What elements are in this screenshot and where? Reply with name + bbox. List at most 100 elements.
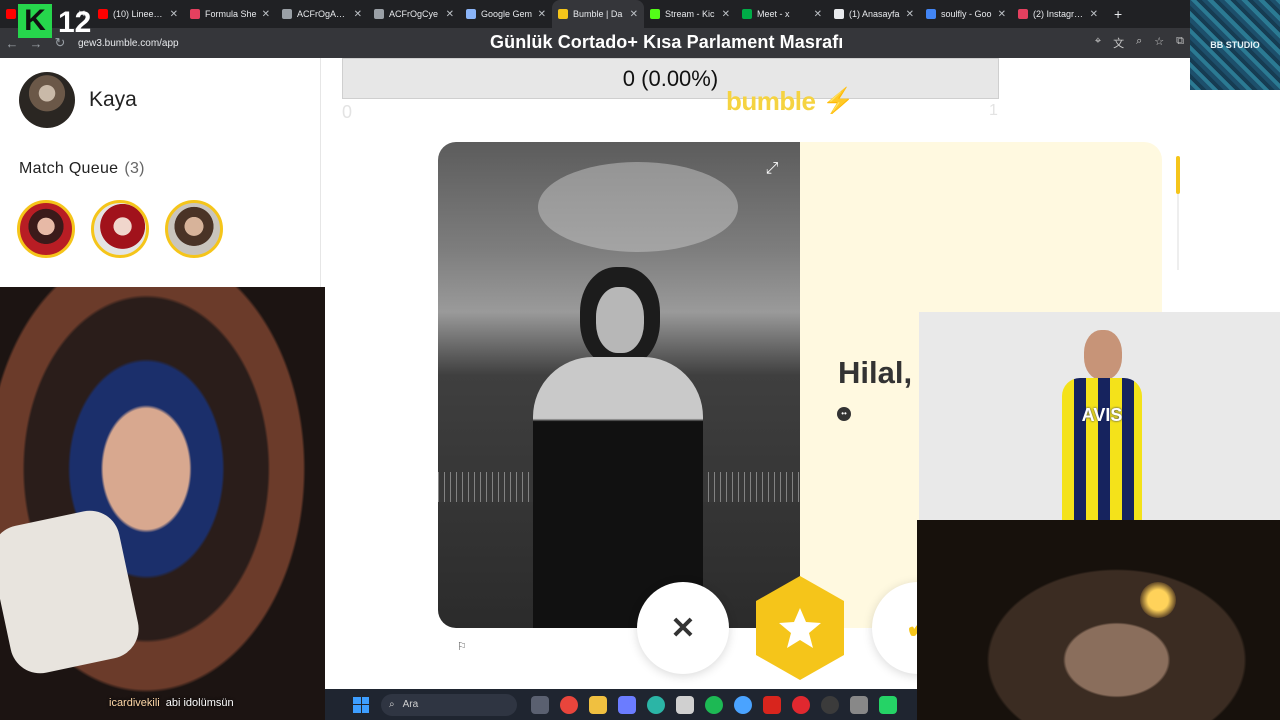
tab-title: Meet - x (757, 9, 790, 19)
x-icon (834, 9, 844, 19)
close-tab-icon[interactable]: ✕ (170, 9, 178, 20)
jersey-sponsor: AVIS (1081, 405, 1123, 425)
channel-logo: K 12 (18, 4, 104, 40)
counter-right: 1 (989, 102, 998, 119)
match-queue-avatar[interactable] (91, 200, 149, 258)
match-queue-list (17, 200, 223, 258)
sidebar: Kaya Match Queue (3) (0, 58, 321, 288)
browser-tab[interactable]: ACFrOgADTi ✕ (276, 0, 368, 28)
google-icon (926, 9, 936, 19)
tab-title: soulfly - Goo (941, 9, 992, 19)
webcam-lamp (1140, 582, 1176, 618)
tab-title: (1) Anasayfa (849, 9, 900, 19)
browser-tab[interactable]: (10) Lineer C ✕ (92, 0, 184, 28)
browser-tab[interactable]: Meet - x ✕ (736, 0, 828, 28)
extensions-icon[interactable]: ⧉ (1176, 35, 1184, 51)
opera-icon[interactable] (792, 695, 810, 714)
bumble-logo-text: bumble (726, 86, 816, 114)
player-jersey (1062, 378, 1142, 520)
close-tab-icon[interactable]: ✕ (1090, 9, 1098, 20)
windows-start-icon[interactable] (353, 696, 369, 713)
chrome-icon[interactable] (734, 695, 752, 714)
report-flag-icon[interactable]: ⚐ (457, 640, 467, 653)
settings-icon[interactable] (850, 695, 868, 714)
match-queue-avatar[interactable] (17, 200, 75, 258)
close-tab-icon[interactable]: ✕ (814, 9, 822, 20)
browser-tab[interactable]: ACFrOgCye ✕ (368, 0, 460, 28)
zoom-icon[interactable]: ⌕ (1136, 35, 1142, 51)
webcam-player: AVIS (1062, 330, 1142, 520)
scroll-indicator[interactable] (1176, 156, 1180, 194)
globe-icon (374, 9, 384, 19)
tab-favicon (6, 9, 16, 19)
pass-button[interactable]: ✕ (637, 582, 729, 674)
new-tab-button[interactable]: + (1104, 6, 1132, 22)
photo-sky (538, 162, 738, 252)
browser-tab-bar: (10)✕ (10) Lineer C✕ Formula She✕ ACFrOg… (0, 0, 1280, 28)
folder-icon[interactable] (589, 695, 607, 714)
close-tab-icon[interactable]: ✕ (538, 9, 546, 20)
close-tab-icon[interactable]: ✕ (262, 9, 270, 20)
browser-tab[interactable]: Formula She ✕ (184, 0, 276, 28)
translate-icon[interactable]: 文 (1113, 35, 1124, 51)
browser-tab[interactable]: (1) Anasayfa ✕ (828, 0, 920, 28)
location-icon[interactable]: ⌖ (1095, 35, 1101, 51)
match-queue-avatar[interactable] (165, 200, 223, 258)
task-view-icon[interactable] (531, 695, 549, 714)
logo-k: K (18, 4, 52, 38)
bookmark-star-icon[interactable]: ☆ (1154, 35, 1164, 51)
browser-tab[interactable]: (2) Instagram ✕ (1012, 0, 1104, 28)
tab-title: Stream - Kic (665, 9, 715, 19)
acrobat-icon[interactable] (763, 695, 781, 714)
close-tab-icon[interactable]: ✕ (722, 9, 730, 20)
obs-icon[interactable] (821, 695, 839, 714)
avatar[interactable] (19, 72, 75, 128)
tab-title: ACFrOgCye (389, 9, 439, 19)
expand-icon[interactable]: ⤢ (763, 160, 781, 178)
chrome-icon[interactable] (560, 695, 578, 714)
browser-tab[interactable]: Google Gem ✕ (460, 0, 552, 28)
search-icon: ⌕ (389, 699, 395, 710)
copilot-icon[interactable] (618, 695, 636, 714)
close-tab-icon[interactable]: ✕ (906, 9, 914, 20)
close-tab-icon[interactable]: ✕ (630, 9, 638, 20)
subscriber-goal-bar: 0 (0.00%) (342, 58, 999, 99)
calculator-icon[interactable] (676, 695, 694, 714)
app-icon[interactable] (879, 695, 897, 714)
profile-name: Hilal, (838, 355, 913, 390)
close-tab-icon[interactable]: ✕ (446, 9, 454, 20)
browser-tab[interactable]: Stream - Kic ✕ (644, 0, 736, 28)
counter-left: 0 (342, 102, 353, 122)
address-bar-icons: ⌖ 文 ⌕ ☆ ⧉ (1095, 35, 1184, 51)
logo-number: 12 (58, 6, 92, 39)
tab-title: Formula She (205, 9, 257, 19)
taskbar-search[interactable]: ⌕ Ara (381, 693, 517, 716)
match-queue-count: (3) (124, 160, 145, 177)
tab-title: Google Gem (481, 9, 533, 19)
superswipe-star-icon (756, 576, 844, 680)
taskbar: ⌕ Ara (325, 689, 917, 720)
webcam-towel (0, 505, 145, 679)
instagram-icon (190, 9, 200, 19)
webcam-left (0, 287, 325, 720)
match-queue-title: Match Queue (3) (19, 160, 145, 178)
bumble-icon (558, 9, 568, 19)
tab-title: (2) Instagram (1033, 9, 1085, 19)
close-tab-icon[interactable]: ✕ (354, 9, 362, 20)
edge-icon[interactable] (647, 695, 665, 714)
instagram-icon (1018, 9, 1028, 19)
spotify-icon[interactable] (705, 695, 723, 714)
tab-title: ACFrOgADTi (297, 9, 349, 19)
browser-tab[interactable]: soulfly - Goo ✕ (920, 0, 1012, 28)
verified-badge-icon: •• (837, 407, 851, 421)
profile-photo[interactable]: ⤢ (438, 142, 800, 628)
user-name[interactable]: Kaya (89, 88, 137, 112)
kick-icon (650, 9, 660, 19)
scroll-track[interactable] (1177, 194, 1179, 270)
chat-message: icardivekili abi idolümsün (109, 697, 234, 709)
gemini-icon (466, 9, 476, 19)
superswipe-button[interactable] (746, 574, 854, 682)
close-tab-icon[interactable]: ✕ (998, 9, 1006, 20)
browser-tab-active[interactable]: Bumble | Da ✕ (552, 0, 644, 28)
meet-icon (742, 9, 752, 19)
